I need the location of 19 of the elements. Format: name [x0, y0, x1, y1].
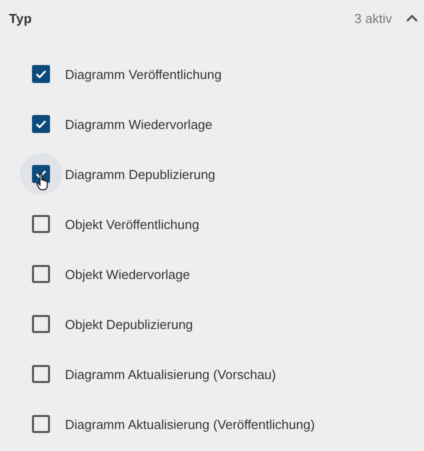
option-label: Objekt Depublizierung [65, 316, 193, 332]
active-count: 3 aktiv [354, 10, 392, 26]
checkbox[interactable] [32, 115, 50, 133]
caret-icon[interactable] [406, 14, 418, 22]
checkbox[interactable] [32, 365, 50, 383]
option-label: Diagramm Wiedervorlage [65, 116, 212, 132]
section-title: Typ [9, 10, 32, 26]
option-label: Objekt Wiedervorlage [65, 266, 190, 282]
hand-cursor-icon [36, 173, 50, 191]
option-label: Diagramm Aktualisierung (Vorschau) [65, 366, 276, 382]
option-label: Diagramm Veröffentlichung [65, 66, 222, 82]
option-label: Diagramm Depublizierung [65, 166, 216, 182]
checkbox[interactable] [32, 265, 50, 283]
checkbox[interactable] [32, 415, 50, 433]
checkbox[interactable] [32, 215, 50, 233]
checkbox[interactable] [32, 315, 50, 333]
checkbox[interactable] [32, 65, 50, 83]
option-label: Objekt Veröffentlichung [65, 216, 200, 232]
option-label: Diagramm Aktualisierung (Veröffentlichung) [65, 416, 315, 432]
